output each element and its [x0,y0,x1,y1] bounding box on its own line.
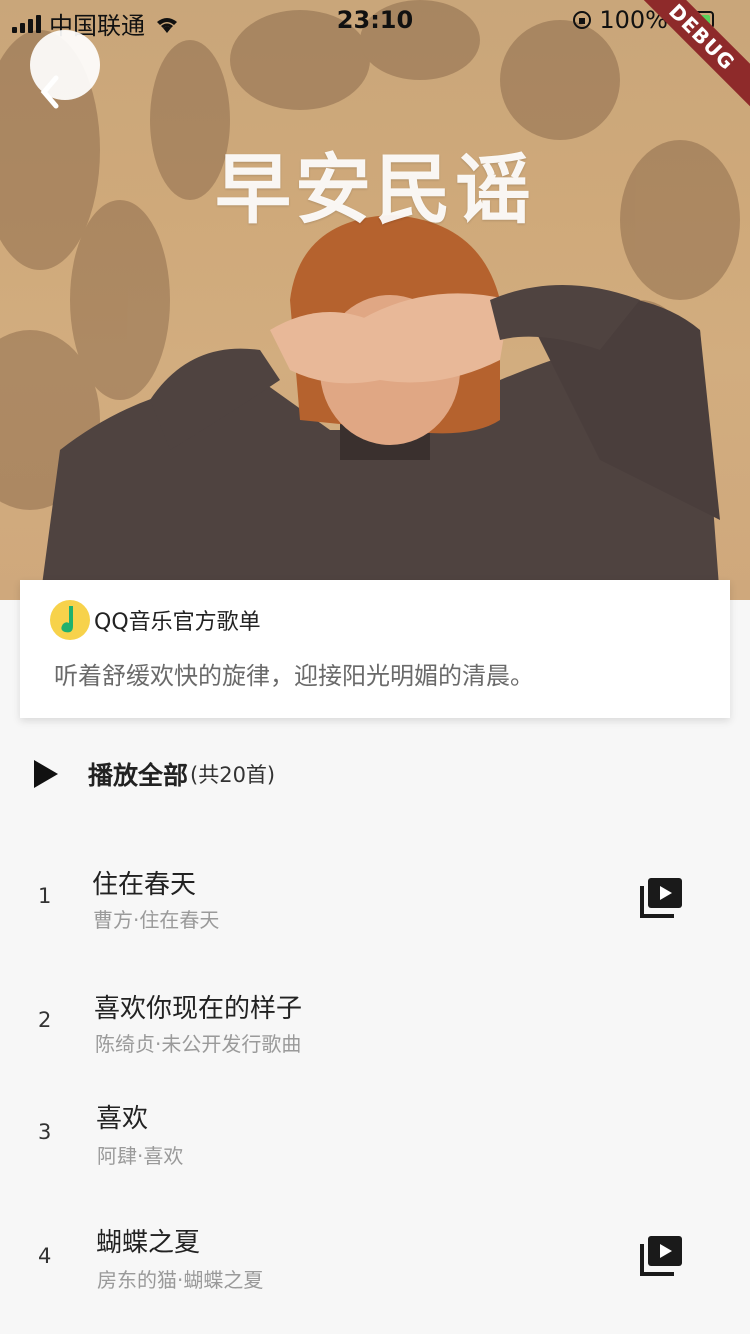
track-title: 蝴蝶之夏 [96,1228,201,1258]
back-arrow-icon[interactable] [34,72,70,112]
playlist-source-row: QQ音乐官方歌单 [50,600,261,640]
play-icon [34,760,58,788]
playlist-title: 早安民谣 [215,145,535,234]
track-artist-album: 曹方·住在春天 [93,908,220,932]
track-row[interactable]: 1 住在春天 曹方·住在春天 [0,860,750,960]
track-number: 1 [38,884,52,908]
track-row[interactable]: 2 喜欢你现在的样子 陈绮贞·未公开发行歌曲 [0,984,750,1084]
qq-music-icon [50,600,90,640]
track-row[interactable]: 4 蝴蝶之夏 房东的猫·蝴蝶之夏 [0,1220,750,1320]
video-library-icon[interactable] [640,1234,684,1278]
track-artist-album: 房东的猫·蝴蝶之夏 [97,1268,264,1292]
track-number: 2 [38,1008,52,1032]
track-artist-album: 阿肆·喜欢 [97,1144,184,1168]
playlist-info-card: QQ音乐官方歌单 听着舒缓欢快的旋律，迎接阳光明媚的清晨。 [20,580,730,718]
track-number: 3 [38,1120,52,1144]
video-library-icon[interactable] [640,876,684,920]
playlist-description: 听着舒缓欢快的旋律，迎接阳光明媚的清晨。 [54,662,534,690]
track-artist-album: 陈绮贞·未公开发行歌曲 [95,1032,302,1056]
playlist-source: QQ音乐官方歌单 [94,610,261,635]
track-title: 喜欢你现在的样子 [94,994,303,1024]
play-all-label: 播放全部 [88,761,189,790]
rotation-lock-icon [573,11,592,29]
play-all-button[interactable]: 播放全部 (共20首) [34,756,275,792]
track-title: 住在春天 [92,870,197,900]
play-all-count: (共20首) [190,763,276,787]
track-row[interactable]: 3 喜欢 阿肆·喜欢 [0,1096,750,1196]
track-title: 喜欢 [96,1104,149,1134]
status-bar: 中国联通 23:10 100% [0,0,750,40]
track-number: 4 [38,1244,52,1268]
playlist-cover-image [0,0,750,600]
